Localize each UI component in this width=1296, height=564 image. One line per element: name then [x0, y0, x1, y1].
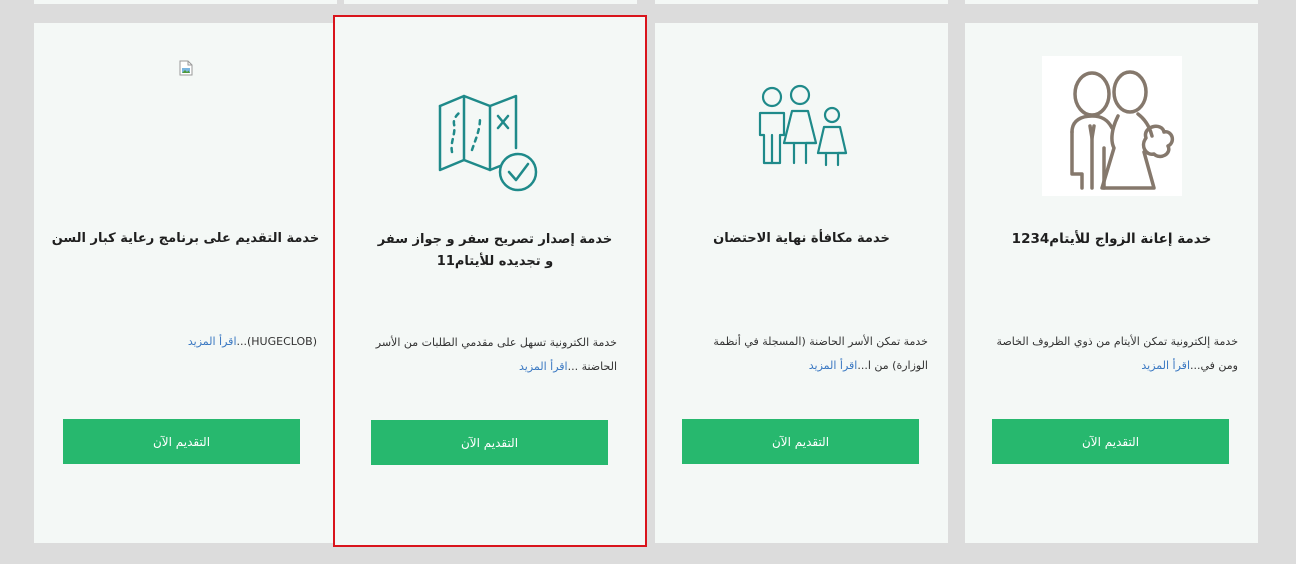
service-card-travel-permit[interactable]: خدمة إصدار تصريح سفر و جواز سفر و تجديده…: [333, 15, 647, 547]
read-more-link[interactable]: اقرأ المزيد: [809, 359, 858, 372]
service-description: خدمة إلكترونية تمكن الأيتام من ذوي الظرو…: [985, 330, 1238, 378]
description-text: خدمة إلكترونية تمكن الأيتام من ذوي الظرو…: [996, 335, 1238, 372]
children-icon: [754, 83, 850, 173]
broken-image-icon: [178, 60, 194, 76]
service-title: خدمة التقديم على برنامج رعاية كبار السن: [51, 231, 320, 246]
service-card-elderly-care[interactable]: خدمة التقديم على برنامج رعاية كبار السن …: [34, 23, 337, 543]
service-card-marriage-aid[interactable]: خدمة إعانة الزواج للأيتام1234 خدمة إلكتر…: [965, 23, 1258, 543]
previous-row-card-stub: [344, 0, 637, 4]
apply-now-button[interactable]: التقديم الآن: [63, 419, 300, 464]
service-description: خدمة تمكن الأسر الحاضنة (المسجلة في أنظم…: [675, 330, 928, 378]
service-title: خدمة إصدار تصريح سفر و جواز سفر و تجديده…: [377, 232, 613, 269]
service-title: خدمة مكافأة نهاية الاحتضان: [713, 231, 890, 246]
service-description: (HUGECLOB)...اقرأ المزيد: [54, 330, 317, 354]
service-title: خدمة إعانة الزواج للأيتام1234: [1011, 231, 1212, 247]
map-check-icon: [436, 94, 544, 198]
description-text: خدمة الكترونية تسهل على مقدمي الطلبات من…: [375, 336, 617, 373]
apply-now-button[interactable]: التقديم الآن: [992, 419, 1229, 464]
wedding-couple-icon: [1041, 56, 1182, 196]
service-description: خدمة الكترونية تسهل على مقدمي الطلبات من…: [373, 331, 617, 379]
read-more-link[interactable]: اقرأ المزيد: [188, 335, 237, 348]
read-more-link[interactable]: اقرأ المزيد: [519, 360, 568, 373]
apply-now-button[interactable]: التقديم الآن: [682, 419, 919, 464]
service-card-fostering-reward[interactable]: خدمة مكافأة نهاية الاحتضان خدمة تمكن الأ…: [655, 23, 948, 543]
read-more-link[interactable]: اقرأ المزيد: [1141, 359, 1190, 372]
previous-row-card-stub: [34, 0, 337, 4]
previous-row-card-stub: [655, 0, 948, 4]
previous-row-card-stub: [965, 0, 1258, 4]
description-text: (HUGECLOB)...: [236, 335, 318, 348]
apply-now-button[interactable]: التقديم الآن: [371, 420, 608, 465]
